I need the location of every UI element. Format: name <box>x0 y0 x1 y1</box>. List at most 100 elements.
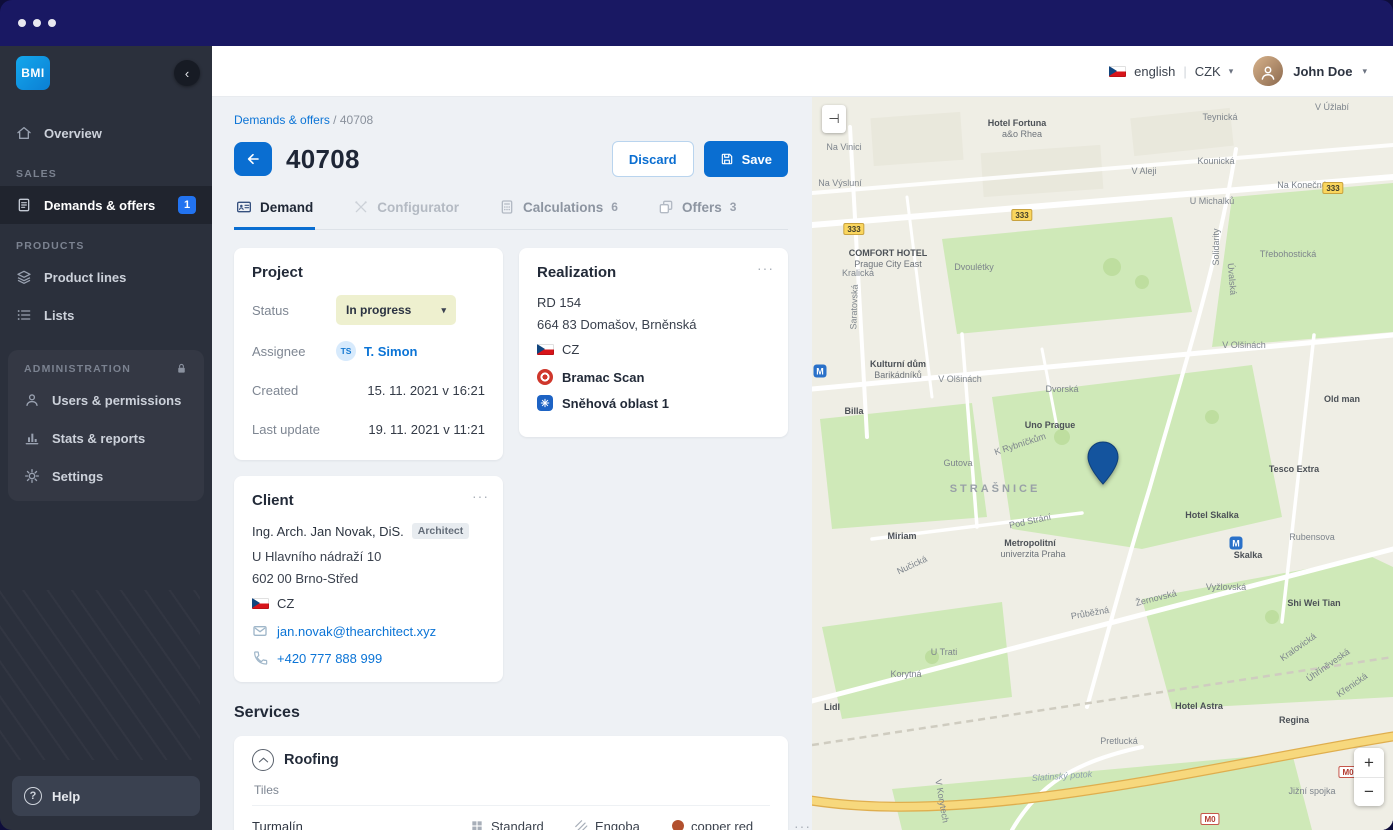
realization-name: RD 154 <box>537 295 582 310</box>
topbar: english | CZK John Doe <box>212 46 1393 97</box>
zoom-out-button[interactable]: − <box>1354 777 1384 806</box>
metro-station-icon: M <box>813 364 827 378</box>
client-country: CZ <box>277 596 295 611</box>
sidebar-section-label: SALES <box>16 168 58 180</box>
tab-configurator[interactable]: Configurator <box>351 195 461 230</box>
road-number-badge: 333 <box>843 223 865 235</box>
snow-area-icon <box>537 395 553 411</box>
collapse-handle-icon: ⊣ <box>828 111 840 126</box>
discard-button[interactable]: Discard <box>611 141 694 177</box>
map-label: U Michalků <box>1189 196 1235 206</box>
map-collapse-handle[interactable]: ⊣ <box>822 105 846 133</box>
realization-address: 664 83 Domašov, Brněnská <box>537 317 697 332</box>
tab-calculations[interactable]: Calculations 6 <box>497 195 620 230</box>
user-menu[interactable]: John Doe <box>1253 56 1367 86</box>
more-icon[interactable] <box>472 488 489 504</box>
map-label: Hotel Skalka <box>1185 510 1239 520</box>
sidebar-item-label: Demands & offers <box>44 197 156 213</box>
home-icon <box>16 125 32 141</box>
updated-value: 19. 11. 2021 v 11:21 <box>368 421 485 437</box>
more-icon[interactable] <box>757 260 774 276</box>
status-dropdown[interactable]: In progress <box>336 295 456 325</box>
feature-label: Sněhová oblast 1 <box>562 395 669 411</box>
tab-offers[interactable]: Offers 3 <box>656 195 738 230</box>
client-email-link[interactable]: jan.novak@thearchitect.xyz <box>277 624 436 639</box>
mail-icon <box>252 623 268 639</box>
product-lines-icon <box>16 269 32 285</box>
map-label: Jižní spojka <box>1288 786 1336 796</box>
sidebar-item-users-permissions[interactable]: Users & permissions <box>8 381 204 419</box>
realization-feature: Sněhová oblast 1 <box>537 395 770 411</box>
location-pin-icon <box>1087 441 1119 485</box>
map-label: Dvoulétky <box>954 262 994 272</box>
window-titlebar <box>0 0 1393 46</box>
roofing-icon <box>252 749 274 771</box>
table-row[interactable]: Turmalín Standard Engoba copper red <box>252 805 770 830</box>
map-label: Kulturní dům <box>870 359 926 369</box>
map-label: Gutova <box>943 458 973 468</box>
chevron-down-icon <box>1229 66 1234 77</box>
realization-card-title: Realization <box>537 264 617 281</box>
map-label: Solidarity <box>1211 228 1221 266</box>
sidebar-collapse-button[interactable]: ‹ <box>174 60 200 86</box>
sidebar-item-settings[interactable]: Settings <box>8 457 204 495</box>
chevron-down-icon <box>1362 66 1367 77</box>
map-label: STRAŠNICE <box>949 483 1041 495</box>
assignee-link[interactable]: TS T. Simon <box>336 341 417 361</box>
created-value: 15. 11. 2021 v 16:21 <box>367 382 485 398</box>
map-label: Na Vinici <box>826 142 862 152</box>
map-label: Uno Prague <box>1024 420 1076 430</box>
settings-icon <box>24 468 40 484</box>
sidebar-section-label: PRODUCTS <box>16 240 85 252</box>
map-label: Metropolitní <box>1004 538 1056 548</box>
offers-tab-icon <box>658 199 674 215</box>
zoom-in-button[interactable]: + <box>1354 748 1384 777</box>
tile-finish: Standard <box>470 819 574 830</box>
map-label: Barikádníků <box>874 370 922 380</box>
sidebar-item-demands-offers[interactable]: Demands & offers 1 <box>0 186 212 224</box>
assignee-name: T. Simon <box>364 343 418 359</box>
map-label: V Olšinách <box>938 374 982 384</box>
map-label: Třebohostická <box>1259 249 1317 259</box>
sidebar-item-product-lines[interactable]: Product lines <box>0 258 212 296</box>
demands-icon <box>16 197 32 213</box>
save-label: Save <box>741 151 772 167</box>
back-button[interactable] <box>234 142 272 176</box>
project-card-title: Project <box>252 264 303 281</box>
help-button[interactable]: ? Help <box>12 776 200 816</box>
user-name: John Doe <box>1293 63 1353 79</box>
client-phone-link[interactable]: +420 777 888 999 <box>277 651 382 666</box>
client-role-badge: Architect <box>411 523 470 539</box>
app-window: BMI ‹ Overview SALES Demands & offers 1 P… <box>0 0 1393 830</box>
sidebar-item-label: Product lines <box>44 269 127 285</box>
map-label: Kounická <box>1197 156 1235 166</box>
count-badge: 1 <box>178 196 196 214</box>
map-panel[interactable]: V Úžlabí Teynická Na Vinici Hotel Fortuna a&… <box>812 97 1393 830</box>
map-label: Rubensova <box>1289 532 1335 542</box>
lists-icon <box>16 307 32 323</box>
window-dot-icon[interactable] <box>18 19 26 27</box>
assignee-label: Assignee <box>252 343 306 359</box>
tab-demand[interactable]: Demand <box>234 195 316 230</box>
service-header[interactable]: Roofing <box>252 749 770 781</box>
tab-bar: Demand Configurator Calculations 6 Offer… <box>234 195 788 230</box>
language-selector[interactable]: english | CZK <box>1109 64 1233 79</box>
breadcrumb-parent-link[interactable]: Demands & offers <box>234 113 330 127</box>
road-number-badge: 333 <box>1322 182 1344 194</box>
save-button[interactable]: Save <box>703 141 788 177</box>
sidebar-item-label: Users & permissions <box>52 392 182 408</box>
map-label: Hotel Fortuna <box>987 118 1047 128</box>
sidebar-item-overview[interactable]: Overview <box>0 114 212 152</box>
bmi-logo: BMI <box>16 56 50 90</box>
window-dot-icon[interactable] <box>48 19 56 27</box>
sidebar-item-lists[interactable]: Lists <box>0 296 212 334</box>
window-dot-icon[interactable] <box>33 19 41 27</box>
tab-label: Offers <box>681 199 722 215</box>
client-name: Ing. Arch. Jan Novak, DiS. <box>252 523 404 539</box>
client-address-line1: U Hlavního nádraží 10 <box>252 549 382 564</box>
sidebar-item-stats-reports[interactable]: Stats & reports <box>8 419 204 457</box>
chevron-down-icon <box>441 305 446 316</box>
sidebar-header: BMI ‹ <box>0 46 212 100</box>
tab-label: Configurator <box>377 199 460 215</box>
more-icon[interactable] <box>794 818 811 830</box>
